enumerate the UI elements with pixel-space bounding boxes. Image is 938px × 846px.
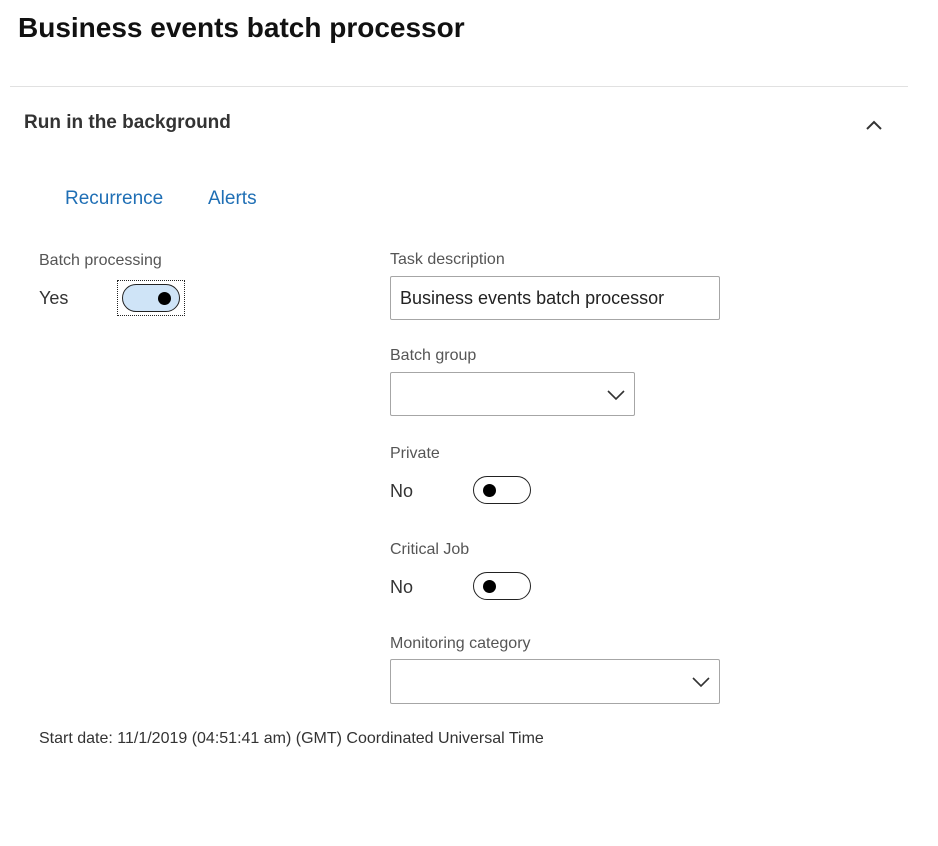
toggle-knob: [483, 484, 496, 497]
monitoring-category-select[interactable]: [390, 659, 720, 704]
start-date-text: Start date: 11/1/2019 (04:51:41 am) (GMT…: [39, 730, 544, 747]
page-title: Business events batch processor: [18, 12, 465, 43]
toggle-knob: [483, 580, 496, 593]
dialog-page: Business events batch processor Run in t…: [0, 0, 938, 846]
batch-processing-value: Yes: [39, 288, 69, 308]
private-value: No: [390, 481, 414, 501]
critical-job-toggle[interactable]: [473, 572, 531, 600]
tab-recurrence[interactable]: Recurrence: [65, 186, 163, 212]
section-header-run-in-background[interactable]: Run in the background: [10, 87, 908, 159]
tab-alerts[interactable]: Alerts: [208, 186, 257, 212]
batch-group-select[interactable]: [390, 372, 635, 416]
chevron-up-icon[interactable]: [862, 113, 886, 137]
monitoring-category-label: Monitoring category: [390, 635, 531, 652]
critical-job-value: No: [390, 577, 414, 597]
toggle-knob: [158, 292, 171, 305]
task-description-label: Task description: [390, 251, 505, 268]
critical-job-label: Critical Job: [390, 541, 470, 558]
section-title: Run in the background: [24, 112, 231, 133]
chevron-down-icon: [607, 390, 625, 401]
batch-processing-toggle[interactable]: [122, 284, 180, 312]
batch-processing-label: Batch processing: [39, 252, 162, 269]
chevron-down-icon: [692, 677, 710, 688]
task-description-input[interactable]: [390, 276, 720, 320]
private-label: Private: [390, 445, 440, 462]
batch-group-label: Batch group: [390, 347, 477, 364]
private-toggle[interactable]: [473, 476, 531, 504]
